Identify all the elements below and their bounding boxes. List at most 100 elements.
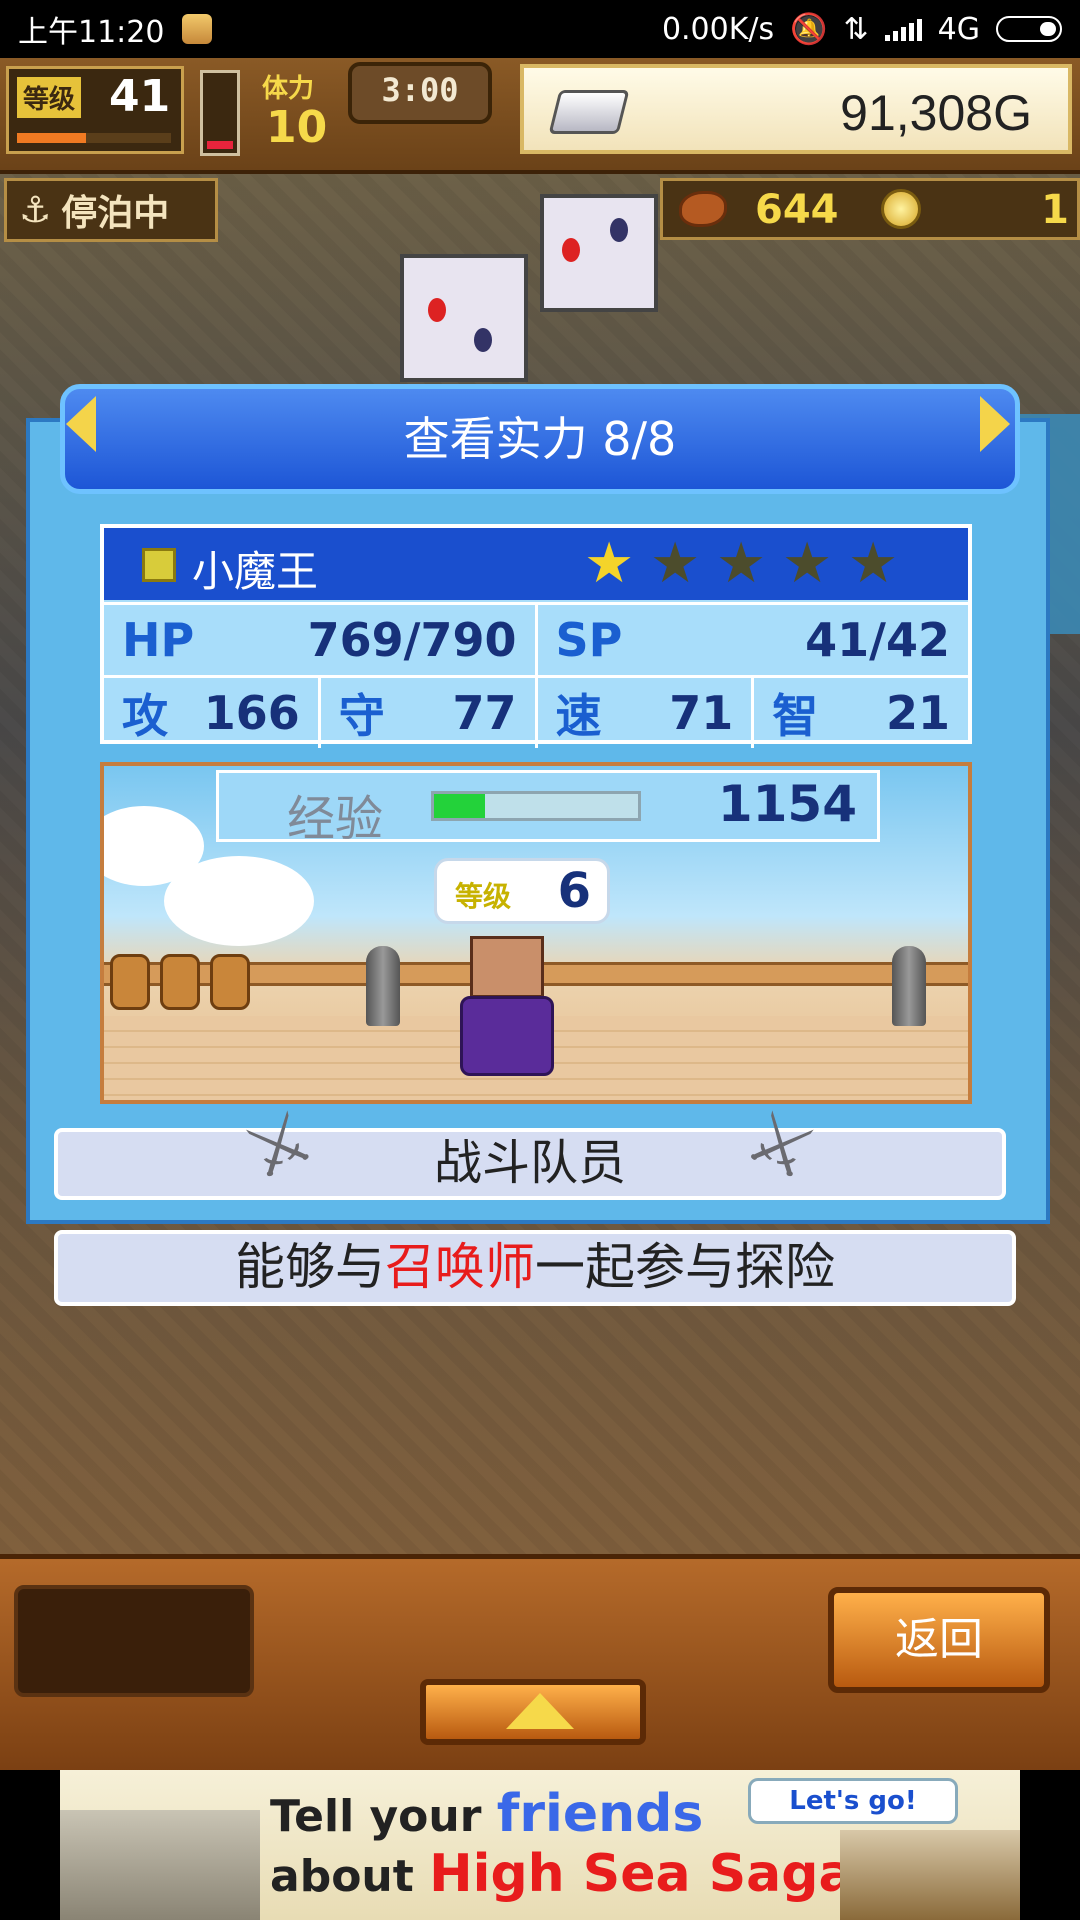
stat-key: 攻 bbox=[122, 689, 168, 743]
dice-building bbox=[540, 194, 658, 312]
exp-progress-track bbox=[431, 791, 641, 821]
resource-display: 644 1 bbox=[660, 178, 1080, 240]
cannon bbox=[892, 946, 926, 1026]
game-hud: 等级 41 体力 10 3:00 91,308G bbox=[0, 58, 1080, 174]
food-icon bbox=[679, 191, 727, 227]
ad-line-2: about High Sea Saga! bbox=[270, 1844, 877, 1904]
stat-key: 智 bbox=[772, 689, 819, 743]
stamina-timer: 3:00 bbox=[348, 62, 492, 124]
hero-stats-card: 小魔王 ★ ★ ★ ★ ★ HP 769/790 SP 41/42 攻 166 … bbox=[100, 524, 972, 748]
ad-text-highlight: friends bbox=[496, 1784, 704, 1844]
ad-cta-button[interactable]: Let's go! bbox=[748, 1778, 958, 1824]
star-icon-empty: ★ bbox=[716, 531, 767, 596]
stat-row: HP 769/790 SP 41/42 bbox=[104, 602, 968, 675]
silver-bar-icon bbox=[548, 90, 630, 134]
view-strength-dialog: 查看实力 8/8 小魔王 ★ ★ ★ ★ ★ HP 769/790 SP 41/… bbox=[26, 384, 1050, 1224]
stamina-value: 10 bbox=[266, 102, 328, 153]
exp-value: 1154 bbox=[717, 775, 857, 833]
gold-display: 91,308G bbox=[520, 64, 1072, 154]
anchor-icon: ⚓ bbox=[19, 189, 52, 231]
docked-status-badge[interactable]: ⚓ 停泊中 bbox=[4, 178, 218, 242]
cannon bbox=[366, 946, 400, 1026]
ad-banner[interactable]: Tell your friends about High Sea Saga! L… bbox=[60, 1770, 1020, 1920]
ad-banner-area: Tell your friends about High Sea Saga! L… bbox=[0, 1770, 1080, 1920]
hero-level-bubble: 等级 6 bbox=[434, 858, 610, 924]
hero-level-value: 6 bbox=[557, 863, 591, 919]
ad-text-highlight: High Sea Saga! bbox=[429, 1844, 878, 1904]
sword-icon: ⚔ bbox=[734, 1093, 829, 1197]
stat-row: 攻 166 守 77 速 71 智 21 bbox=[104, 675, 968, 748]
star-icon-empty: ★ bbox=[782, 531, 833, 596]
barrel bbox=[110, 954, 150, 1010]
level-progress-bar bbox=[17, 133, 171, 143]
sword-icon: ⚔ bbox=[231, 1093, 326, 1197]
stat-defense: 守 77 bbox=[321, 678, 538, 748]
stat-hp: HP 769/790 bbox=[104, 605, 538, 675]
bottom-bar: 返回 bbox=[0, 1554, 1080, 1775]
battery-icon bbox=[996, 16, 1062, 42]
status-time: 上午11:20 bbox=[18, 15, 165, 50]
star-icon-filled: ★ bbox=[584, 531, 635, 596]
signal-icon bbox=[884, 17, 922, 41]
stamina-label: 体力 bbox=[262, 74, 315, 104]
hero-name-row: 小魔王 ★ ★ ★ ★ ★ bbox=[104, 528, 968, 600]
expand-up-button[interactable] bbox=[420, 1679, 646, 1745]
empty-slot bbox=[14, 1585, 254, 1697]
exp-progress-fill bbox=[434, 794, 485, 818]
back-button[interactable]: 返回 bbox=[828, 1587, 1050, 1693]
coin-value: 1 bbox=[1041, 187, 1069, 233]
player-level-box: 等级 41 bbox=[6, 66, 184, 154]
data-transfer-icon: ⇅ bbox=[843, 11, 869, 47]
ad-text: about bbox=[270, 1851, 430, 1902]
up-arrow-icon bbox=[506, 1693, 574, 1729]
hero-name: 小魔王 bbox=[192, 547, 319, 596]
stat-intelligence: 智 21 bbox=[754, 678, 968, 748]
previous-arrow-icon[interactable] bbox=[66, 396, 96, 452]
stat-value: 41/42 bbox=[805, 613, 950, 667]
mute-icon: 🔕 bbox=[790, 11, 828, 47]
stat-key: HP bbox=[122, 613, 195, 667]
level-progress-fill bbox=[17, 133, 87, 143]
rank-icon bbox=[142, 548, 176, 582]
stat-grid: HP 769/790 SP 41/42 攻 166 守 77 速 71 智 21 bbox=[104, 602, 968, 748]
next-arrow-icon[interactable] bbox=[980, 396, 1010, 452]
docked-label: 停泊中 bbox=[61, 193, 170, 234]
ad-text: Tell your bbox=[270, 1791, 497, 1842]
star-icon-empty: ★ bbox=[650, 531, 701, 596]
stat-key: 速 bbox=[555, 689, 602, 743]
description-suffix: 一起参与探险 bbox=[535, 1238, 835, 1296]
stat-value: 21 bbox=[885, 686, 950, 740]
level-label: 等级 bbox=[17, 77, 82, 118]
stat-value: 769/790 bbox=[307, 613, 517, 667]
cloud bbox=[164, 856, 314, 946]
stat-key: SP bbox=[555, 613, 623, 667]
stamina-gauge bbox=[200, 70, 240, 156]
stat-value: 166 bbox=[203, 686, 300, 740]
experience-bar: 经验 1154 bbox=[216, 770, 880, 847]
stat-sp: SP 41/42 bbox=[538, 605, 969, 675]
stat-value: 71 bbox=[669, 686, 734, 740]
status-bar: 上午11:20 0.00K/s 🔕 ⇅ 4G bbox=[0, 0, 1080, 58]
network-speed: 0.00K/s bbox=[661, 11, 775, 47]
stat-attack: 攻 166 bbox=[104, 678, 321, 748]
status-right: 0.00K/s 🔕 ⇅ 4G bbox=[662, 12, 1062, 47]
level-value: 41 bbox=[109, 71, 171, 122]
coin-icon bbox=[881, 189, 921, 229]
description-highlight: 召唤师 bbox=[385, 1238, 535, 1296]
role-label: 战斗队员 bbox=[433, 1135, 626, 1191]
dice-building bbox=[400, 254, 528, 382]
role-banner: ⚔ 战斗队员 ⚔ bbox=[54, 1093, 1006, 1200]
star-icon-empty: ★ bbox=[848, 531, 899, 596]
app-notification-icon bbox=[182, 14, 213, 44]
food-value: 644 bbox=[755, 187, 839, 233]
hero-level-label: 等级 bbox=[455, 880, 512, 913]
barrel bbox=[210, 954, 250, 1010]
barrel bbox=[160, 954, 200, 1010]
gold-value: 91,308G bbox=[840, 85, 1032, 141]
hero-preview-scene: 经验 1154 等级 6 bbox=[100, 762, 972, 1104]
stat-speed: 速 71 bbox=[538, 678, 755, 748]
ship-illustration bbox=[840, 1830, 1020, 1920]
network-type: 4G bbox=[937, 11, 980, 47]
dialog-title: 查看实力 8/8 bbox=[60, 384, 1020, 494]
role-description: 能够与召唤师一起参与探险 bbox=[54, 1230, 1016, 1306]
